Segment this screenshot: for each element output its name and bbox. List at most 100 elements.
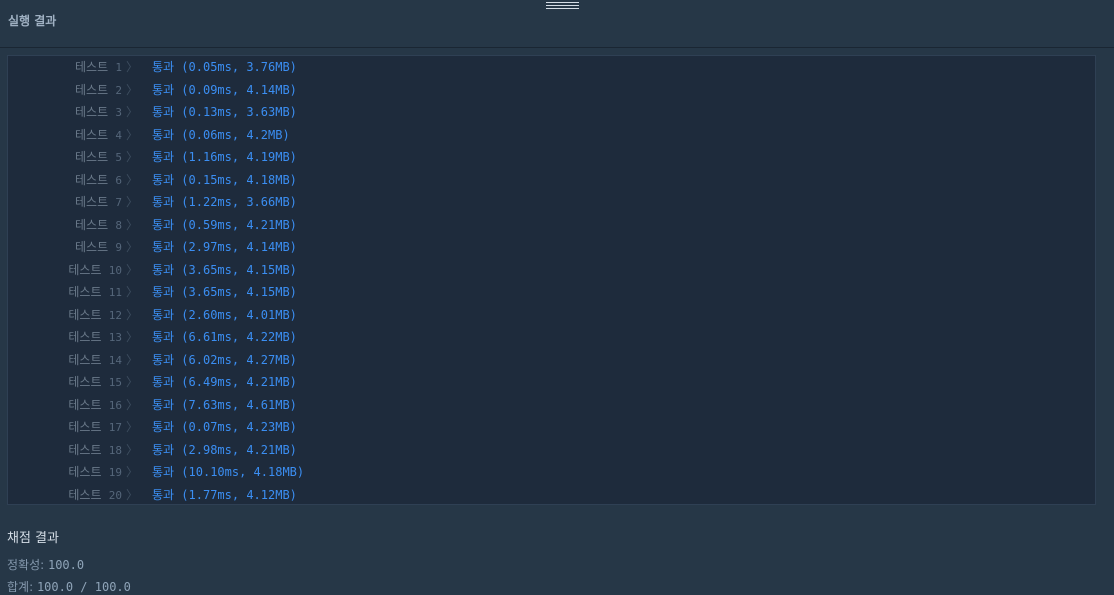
chevron-right-icon: 〉 — [125, 82, 138, 97]
test-label-word: 테스트 — [75, 105, 109, 119]
test-label-word: 테스트 — [75, 150, 109, 164]
test-result-row: 테스트 20 〉 통과 (1.77ms, 4.12MB) — [8, 484, 1095, 506]
chevron-right-icon: 〉 — [125, 352, 138, 367]
chevron-right-icon: 〉 — [125, 172, 138, 187]
test-result-row: 테스트 15 〉 통과 (6.49ms, 4.21MB) — [8, 371, 1095, 393]
test-number: 13 — [108, 331, 122, 344]
chevron-right-icon: 〉 — [125, 465, 138, 479]
accuracy-line: 정확성: 100.0 — [7, 558, 85, 572]
test-label-word: 테스트 — [68, 352, 102, 367]
test-label: 테스트 15 〉 — [8, 371, 138, 394]
chevron-right-icon: 〉 — [125, 397, 138, 412]
test-result-text: 통과 (6.61ms, 4.22MB) — [152, 330, 297, 344]
chevron-right-icon: 〉 — [125, 442, 138, 457]
test-result-row: 테스트 18 〉 통과 (2.98ms, 4.21MB) — [8, 439, 1095, 461]
test-label: 테스트 19 〉 — [8, 461, 138, 484]
test-number: 7 — [115, 196, 122, 209]
test-label: 테스트 16 〉 — [8, 394, 138, 417]
test-label: 테스트 12 〉 — [8, 304, 138, 327]
test-result-text: 통과 (1.16ms, 4.19MB) — [152, 150, 297, 164]
header-title: 실행 결과 — [8, 14, 57, 28]
test-result-text: 통과 (0.09ms, 4.14MB) — [152, 82, 297, 97]
chevron-right-icon: 〉 — [125, 240, 138, 254]
test-label: 테스트 20 〉 — [8, 484, 138, 507]
test-result-text: 통과 (0.15ms, 4.18MB) — [152, 172, 297, 187]
test-label-word: 테스트 — [68, 307, 102, 322]
test-label-word: 테스트 — [75, 127, 109, 142]
test-label: 테스트 9 〉 — [8, 236, 138, 259]
test-result-row: 테스트 9 〉 통과 (2.97ms, 4.14MB) — [8, 236, 1095, 258]
test-label: 테스트 10 〉 — [8, 259, 138, 282]
test-result-row: 테스트 14 〉 통과 (6.02ms, 4.27MB) — [8, 349, 1095, 371]
test-label-word: 테스트 — [68, 442, 102, 457]
test-number: 14 — [108, 353, 122, 367]
test-label: 테스트 7 〉 — [8, 191, 138, 214]
test-result-text: 통과 (7.63ms, 4.61MB) — [152, 397, 297, 412]
test-number: 4 — [115, 128, 122, 142]
total-label: 합계 — [7, 580, 30, 594]
test-label-word: 테스트 — [68, 375, 102, 389]
test-label-word: 테스트 — [68, 262, 102, 277]
chevron-right-icon: 〉 — [125, 262, 138, 277]
chevron-right-icon: 〉 — [125, 127, 138, 142]
test-number: 9 — [115, 241, 122, 254]
test-number: 8 — [115, 218, 122, 232]
test-result-row: 테스트 8 〉 통과 (0.59ms, 4.21MB) — [8, 214, 1095, 236]
test-results-panel: 테스트 1 〉 통과 (0.05ms, 3.76MB) 테스트 2 〉 통과 (0.09m… — [7, 55, 1096, 505]
test-label-word: 테스트 — [68, 330, 102, 344]
test-result-text: 통과 (0.59ms, 4.21MB) — [152, 217, 297, 232]
test-label-word: 테스트 — [68, 285, 102, 299]
test-result-text: 통과 (1.77ms, 4.12MB) — [152, 487, 297, 502]
test-label-word: 테스트 — [68, 420, 102, 434]
test-number: 16 — [108, 398, 122, 412]
test-label-word: 테스트 — [75, 172, 109, 187]
test-result-row: 테스트 7 〉 통과 (1.22ms, 3.66MB) — [8, 191, 1095, 213]
test-result-text: 통과 (3.65ms, 4.15MB) — [152, 262, 297, 277]
chevron-right-icon: 〉 — [125, 285, 138, 299]
test-result-text: 통과 (0.05ms, 3.76MB) — [152, 60, 297, 74]
test-label-word: 테스트 — [75, 195, 109, 209]
test-number: 20 — [108, 488, 122, 502]
chevron-right-icon: 〉 — [125, 60, 138, 74]
test-label: 테스트 8 〉 — [8, 214, 138, 237]
chevron-right-icon: 〉 — [125, 307, 138, 322]
chevron-right-icon: 〉 — [125, 105, 138, 119]
test-result-row: 테스트 2 〉 통과 (0.09ms, 4.14MB) — [8, 79, 1095, 101]
chevron-right-icon: 〉 — [125, 420, 138, 434]
test-number: 10 — [108, 263, 122, 277]
test-result-row: 테스트 12 〉 통과 (2.60ms, 4.01MB) — [8, 304, 1095, 326]
test-label: 테스트 6 〉 — [8, 169, 138, 192]
score-title: 채점 결과 — [7, 531, 59, 546]
test-number: 15 — [108, 376, 122, 389]
test-label: 테스트 3 〉 — [8, 101, 138, 124]
test-result-text: 통과 (2.60ms, 4.01MB) — [152, 307, 297, 322]
test-label: 테스트 4 〉 — [8, 124, 138, 147]
test-label: 테스트 14 〉 — [8, 349, 138, 372]
test-result-text: 통과 (0.07ms, 4.23MB) — [152, 420, 297, 434]
test-number: 3 — [115, 106, 122, 119]
chevron-right-icon: 〉 — [125, 217, 138, 232]
test-number: 19 — [108, 466, 122, 479]
chevron-right-icon: 〉 — [125, 487, 138, 502]
test-result-text: 통과 (2.98ms, 4.21MB) — [152, 442, 297, 457]
results-header: 실행 결과 — [0, 0, 1114, 48]
test-label-word: 테스트 — [68, 487, 102, 502]
test-result-row: 테스트 19 〉 통과 (10.10ms, 4.18MB) — [8, 461, 1095, 483]
test-label-word: 테스트 — [75, 60, 109, 74]
test-number: 6 — [115, 173, 122, 187]
test-label-word: 테스트 — [75, 240, 109, 254]
test-number: 1 — [115, 61, 122, 74]
test-result-row: 테스트 1 〉 통과 (0.05ms, 3.76MB) — [8, 56, 1095, 78]
test-number: 11 — [108, 286, 122, 299]
chevron-right-icon: 〉 — [125, 195, 138, 209]
test-label: 테스트 13 〉 — [8, 326, 138, 349]
test-number: 5 — [115, 151, 122, 164]
test-result-row: 테스트 17 〉 통과 (0.07ms, 4.23MB) — [8, 416, 1095, 438]
test-result-text: 통과 (10.10ms, 4.18MB) — [152, 465, 305, 479]
chevron-right-icon: 〉 — [125, 375, 138, 389]
test-result-text: 통과 (0.06ms, 4.2MB) — [152, 127, 290, 142]
test-label: 테스트 2 〉 — [8, 79, 138, 102]
test-result-text: 통과 (1.22ms, 3.66MB) — [152, 195, 297, 209]
test-result-row: 테스트 5 〉 통과 (1.16ms, 4.19MB) — [8, 146, 1095, 168]
test-number: 2 — [115, 83, 122, 97]
